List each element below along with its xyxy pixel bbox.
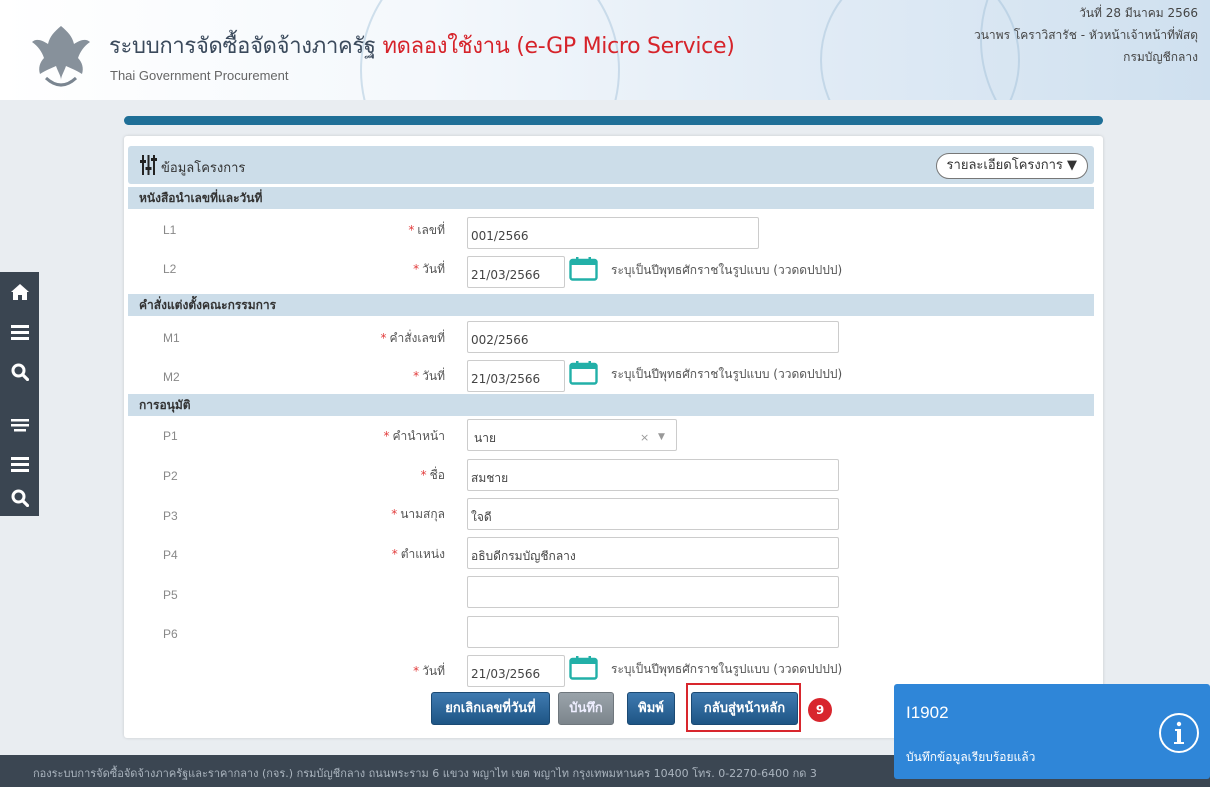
print-button[interactable]: พิมพ์ <box>627 692 675 725</box>
home-button[interactable] <box>0 274 39 310</box>
chevron-down-icon[interactable]: ▼ <box>658 420 665 450</box>
first-name-input[interactable]: สมชาย <box>467 459 839 491</box>
toast-message: บันทึกข้อมูลเรียบร้อยแล้ว <box>906 750 1036 764</box>
sliders-icon <box>140 155 157 175</box>
required-mark: * <box>413 369 420 383</box>
label-text: คำนำหน้า <box>392 429 445 443</box>
position-label: * ตำแหน่ง <box>392 545 445 564</box>
label-text: วันที่ <box>422 262 445 276</box>
save-button[interactable]: บันทึก <box>558 692 614 725</box>
field-code: P1 <box>163 429 178 443</box>
prefix-select[interactable]: นาย × ▼ <box>467 419 677 451</box>
info-icon <box>1159 713 1199 753</box>
menu-button-2[interactable] <box>0 446 39 482</box>
label-text: นามสกุล <box>400 507 445 521</box>
comptroller-general-logo <box>32 26 90 87</box>
field-code: P2 <box>163 469 178 483</box>
cancel-number-button[interactable]: ยกเลิกเลขที่วันที่ <box>431 692 550 725</box>
field-code: P3 <box>163 509 178 523</box>
search-icon <box>11 363 29 381</box>
label-text: ตำแหน่ง <box>400 547 445 561</box>
letter-number-label: * เลขที่ <box>408 221 445 240</box>
date-format-hint: ระบุเป็นปีพุทธศักราชในรูปแบบ (ววดดปปปป) <box>611 662 843 676</box>
search-icon <box>11 489 29 507</box>
system-title: ระบบการจัดซื้อจัดจ้างภาครัฐ ทดลองใช้งาน … <box>109 28 735 63</box>
project-form-panel: ข้อมูลโครงการ รายละเอียดโครงการ ▼ หนังสื… <box>124 136 1103 738</box>
order-number-label: * คำสั่งเลขที่ <box>380 329 445 348</box>
home-icon <box>10 284 29 300</box>
toast-code: I1902 <box>906 703 949 722</box>
search-button[interactable] <box>0 354 39 390</box>
required-mark: * <box>413 262 420 276</box>
side-toolbar <box>0 272 39 516</box>
menu-icon <box>10 325 29 340</box>
calendar-icon[interactable] <box>569 257 598 281</box>
project-header: ข้อมูลโครงการ รายละเอียดโครงการ ▼ <box>128 146 1094 184</box>
label-text: วันที่ <box>422 664 445 678</box>
field-code: M1 <box>163 331 180 345</box>
label-text: เลขที่ <box>417 223 445 237</box>
header-banner: ระบบการจัดซื้อจัดจ้างภาครัฐ ทดลองใช้งาน … <box>0 0 1210 100</box>
toast-notification[interactable]: I1902 บันทึกข้อมูลเรียบร้อยแล้ว <box>894 684 1210 779</box>
section-letter-header: หนังสือนำเลขที่และวันที่ <box>128 187 1094 209</box>
order-number-input[interactable]: 002/2566 <box>467 321 839 353</box>
progress-bar <box>124 116 1103 125</box>
label-text: ชื่อ <box>429 468 445 482</box>
calendar-icon[interactable] <box>569 361 598 385</box>
user-info: วันที่ 28 มีนาคม 2566 วนาพร โคราวิสารัช … <box>974 2 1198 68</box>
last-name-input[interactable]: ใจดี <box>467 498 839 530</box>
order-date-label: * วันที่ <box>413 367 445 386</box>
letter-date-input[interactable]: 21/03/2566 <box>467 256 565 288</box>
menu-icon <box>10 457 29 472</box>
list-icon <box>10 419 29 432</box>
date-format-hint: ระบุเป็นปีพุทธศักราชในรูปแบบ (ววดดปปปป) <box>611 367 843 381</box>
label-text: วันที่ <box>422 369 445 383</box>
approval-date-input[interactable]: 21/03/2566 <box>467 655 565 687</box>
field-code: L1 <box>163 223 177 237</box>
label-text: คำสั่งเลขที่ <box>389 331 445 345</box>
field-code: M2 <box>163 370 180 384</box>
section-committee-header: คำสั่งแต่งตั้งคณะกรรมการ <box>128 294 1094 316</box>
letter-date-label: * วันที่ <box>413 260 445 279</box>
field-code: P5 <box>163 588 178 602</box>
prefix-selected-value: นาย <box>474 431 496 445</box>
project-title: ข้อมูลโครงการ <box>161 161 246 176</box>
p6-input[interactable] <box>467 616 839 648</box>
required-mark: * <box>380 331 387 345</box>
department: กรมบัญชีกลาง <box>1123 50 1198 64</box>
field-code: L2 <box>163 262 177 276</box>
required-mark: * <box>383 429 390 443</box>
section-approval-header: การอนุมัติ <box>128 394 1094 416</box>
first-name-label: * ชื่อ <box>421 466 445 485</box>
required-mark: * <box>413 664 420 678</box>
date-format-hint: ระบุเป็นปีพุทธศักราชในรูปแบบ (ววดดปปปป) <box>611 263 843 277</box>
system-title-main: ระบบการจัดซื้อจัดจ้างภาครัฐ <box>109 34 376 59</box>
field-code: P6 <box>163 627 178 641</box>
clear-selection-icon[interactable]: × <box>640 420 649 450</box>
calendar-icon[interactable] <box>569 656 598 680</box>
position-input[interactable]: อธิบดีกรมบัญชีกลาง <box>467 537 839 569</box>
approval-date-label: * วันที่ <box>413 662 445 681</box>
required-mark: * <box>391 547 398 561</box>
order-date-input[interactable]: 21/03/2566 <box>467 360 565 392</box>
p5-input[interactable] <box>467 576 839 608</box>
trial-label: ทดลองใช้งาน (e-GP Micro Service) <box>382 34 735 59</box>
required-mark: * <box>420 468 427 482</box>
system-subtitle: Thai Government Procurement <box>110 68 289 83</box>
list-button[interactable] <box>0 407 39 443</box>
prefix-label: * คำนำหน้า <box>383 427 445 446</box>
field-code: P4 <box>163 548 178 562</box>
menu-button[interactable] <box>0 314 39 350</box>
search-button-2[interactable] <box>0 480 39 516</box>
letter-number-input[interactable]: 001/2566 <box>467 217 759 249</box>
required-mark: * <box>408 223 415 237</box>
current-date: วันที่ 28 มีนาคม 2566 <box>1079 6 1198 20</box>
user-name: วนาพร โคราวิสารัช - หัวหน้าเจ้าหน้าที่พั… <box>973 28 1198 42</box>
project-detail-button[interactable]: รายละเอียดโครงการ ▼ <box>935 153 1088 179</box>
required-mark: * <box>391 507 398 521</box>
last-name-label: * นามสกุล <box>391 505 445 524</box>
highlight-box <box>686 683 801 732</box>
step-badge: 9 <box>808 698 832 722</box>
